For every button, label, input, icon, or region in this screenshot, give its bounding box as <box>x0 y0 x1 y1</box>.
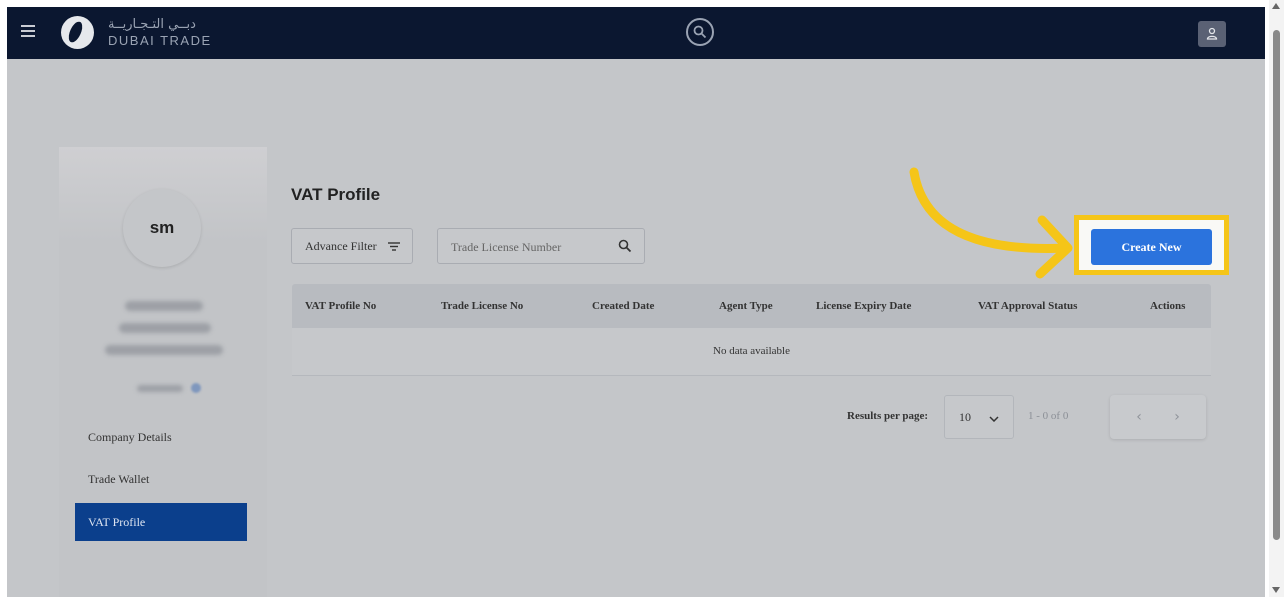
advance-filter-button[interactable]: Advance Filter <box>291 228 413 264</box>
scroll-down-icon[interactable] <box>1272 587 1280 593</box>
logo-english-text: DUBAI TRADE <box>108 33 212 48</box>
avatar: sm <box>123 189 201 267</box>
blurred-company-name <box>125 301 203 311</box>
verified-badge-icon <box>191 383 201 393</box>
results-per-page-select[interactable]: 10 <box>944 395 1014 439</box>
column-header-license-expiry-date[interactable]: License Expiry Date <box>816 284 911 328</box>
scroll-up-icon[interactable] <box>1272 3 1280 9</box>
page-scrollbar[interactable] <box>1269 0 1284 597</box>
sidebar-item-vat-profile[interactable]: VAT Profile <box>75 503 247 541</box>
user-menu-button[interactable] <box>1198 21 1226 47</box>
sidebar-item-company-details[interactable]: Company Details <box>75 418 247 456</box>
blurred-account-id <box>137 385 183 392</box>
global-search-button[interactable] <box>686 18 714 46</box>
curved-arrow-icon <box>909 167 1073 279</box>
blurred-company-name <box>105 345 223 355</box>
results-per-page-label: Results per page: <box>847 410 929 422</box>
sidebar-item-trade-wallet[interactable]: Trade Wallet <box>75 460 247 498</box>
page-title: VAT Profile <box>291 185 381 204</box>
dubai-trade-logo[interactable] <box>61 16 94 49</box>
logo-arabic-text: دبــي التـجـاريــة <box>108 17 196 32</box>
trade-license-search-input[interactable] <box>438 229 623 265</box>
column-header-vat-profile-no[interactable]: VAT Profile No <box>305 284 376 328</box>
app-window: دبــي التـجـاريــة DUBAI TRADE sm Compan… <box>7 7 1265 597</box>
search-icon[interactable] <box>618 239 632 253</box>
column-header-agent-type[interactable]: Agent Type <box>719 284 773 328</box>
table-empty-message: No data available <box>292 328 1211 376</box>
user-icon <box>1206 27 1218 40</box>
column-header-actions: Actions <box>1150 300 1186 312</box>
column-header-trade-license-no[interactable]: Trade License No <box>441 284 523 328</box>
top-navigation-bar: دبــي التـجـاريــة DUBAI TRADE <box>7 7 1265 59</box>
blurred-company-name <box>119 323 211 333</box>
filter-icon <box>388 242 400 251</box>
advance-filter-label: Advance Filter <box>305 239 377 253</box>
pagination-range: 1 - 0 of 0 <box>1028 410 1069 422</box>
trade-license-search <box>437 228 645 265</box>
chevron-down-icon <box>989 416 999 422</box>
scrollbar-thumb[interactable] <box>1273 30 1280 540</box>
create-new-button[interactable]: Create New <box>1091 229 1212 265</box>
chevron-right-icon[interactable]: › <box>1166 406 1188 428</box>
column-header-created-date[interactable]: Created Date <box>592 284 654 328</box>
table-header: VAT Profile No Trade License No Created … <box>292 284 1211 328</box>
menu-icon[interactable] <box>21 25 35 37</box>
column-header-vat-approval-status[interactable]: VAT Approval Status <box>978 284 1077 328</box>
chevron-left-icon[interactable]: ‹ <box>1128 406 1150 428</box>
search-icon <box>693 25 707 39</box>
pagination-controls: ‹ › <box>1110 395 1206 439</box>
results-per-page-value: 10 <box>959 410 971 424</box>
